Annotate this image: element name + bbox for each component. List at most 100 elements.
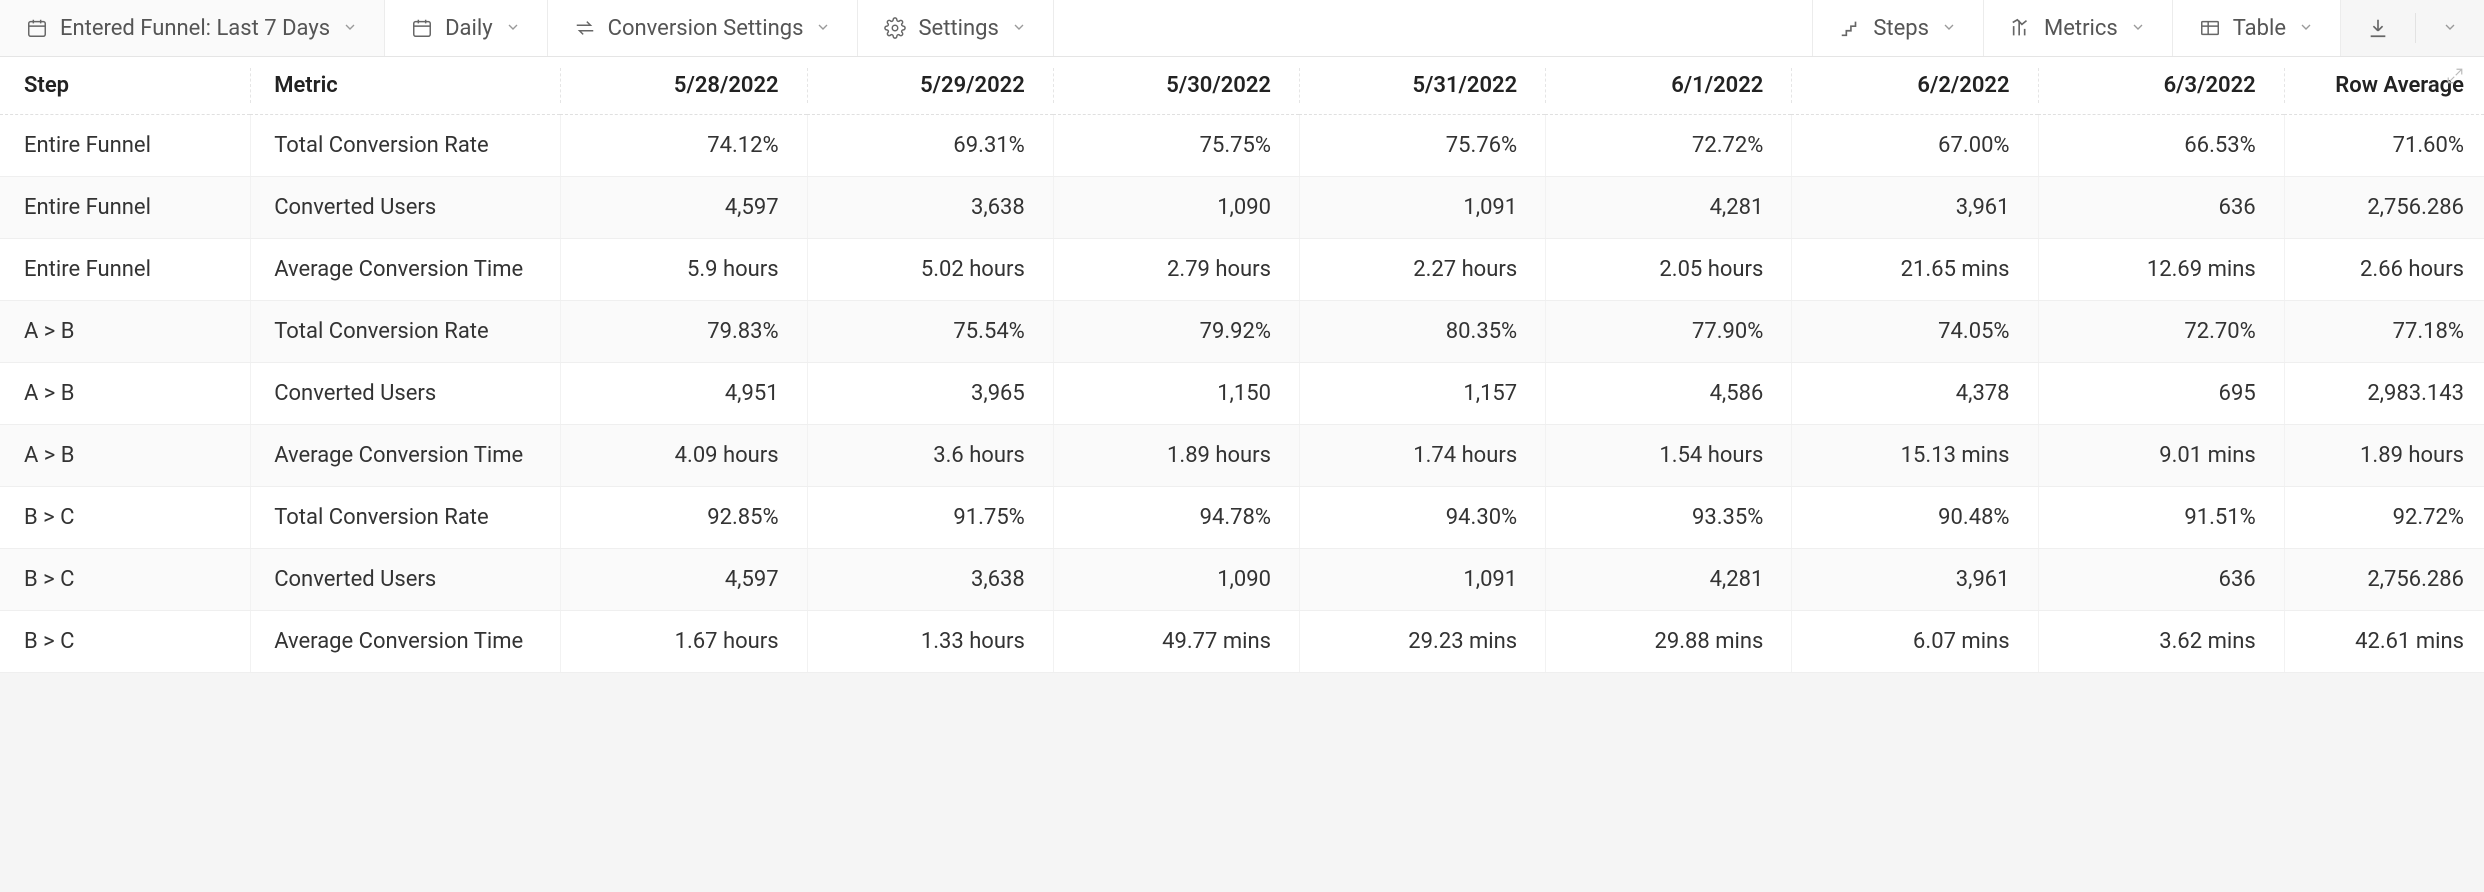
cell-value: 29.88 mins <box>1545 611 1791 673</box>
col-date[interactable]: 6/2/2022 <box>1791 57 2037 115</box>
table-row: A > BAverage Conversion Time4.09 hours3.… <box>0 425 2484 487</box>
cell-value: 74.12% <box>560 115 806 177</box>
cell-value: 3,965 <box>807 363 1053 425</box>
cell-value: 93.35% <box>1545 487 1791 549</box>
cell-value: 75.54% <box>807 301 1053 363</box>
col-row-average[interactable]: Row Average <box>2284 57 2484 115</box>
col-date[interactable]: 5/28/2022 <box>560 57 806 115</box>
cell-value: 3.6 hours <box>807 425 1053 487</box>
col-date[interactable]: 5/30/2022 <box>1053 57 1299 115</box>
cell-metric: Average Conversion Time <box>250 611 560 673</box>
cell-row-average: 2.66 hours <box>2284 239 2484 301</box>
cell-value: 3,961 <box>1791 177 2037 239</box>
expand-icon[interactable] <box>2446 67 2464 90</box>
metrics-picker[interactable]: Metrics <box>1984 0 2173 56</box>
col-metric[interactable]: Metric <box>250 57 560 115</box>
steps-label: Steps <box>1873 16 1929 41</box>
download-button[interactable] <box>2341 0 2484 56</box>
view-picker[interactable]: Table <box>2173 0 2341 56</box>
cell-step: A > B <box>0 363 250 425</box>
cell-value: 1.74 hours <box>1299 425 1545 487</box>
cell-value: 92.85% <box>560 487 806 549</box>
cell-metric: Average Conversion Time <box>250 239 560 301</box>
calendar-icon <box>411 17 433 39</box>
cell-value: 1.33 hours <box>807 611 1053 673</box>
cell-row-average: 2,756.286 <box>2284 177 2484 239</box>
table-row: B > CAverage Conversion Time1.67 hours1.… <box>0 611 2484 673</box>
col-step[interactable]: Step <box>0 57 250 115</box>
table-row: Entire FunnelTotal Conversion Rate74.12%… <box>0 115 2484 177</box>
cell-metric: Total Conversion Rate <box>250 301 560 363</box>
cell-step: A > B <box>0 425 250 487</box>
cell-value: 4,281 <box>1545 549 1791 611</box>
cell-value: 74.05% <box>1791 301 2037 363</box>
cell-value: 15.13 mins <box>1791 425 2037 487</box>
date-range-label: Entered Funnel: Last 7 Days <box>60 16 330 41</box>
table-row: B > CConverted Users4,5973,6381,0901,091… <box>0 549 2484 611</box>
cell-value: 90.48% <box>1791 487 2037 549</box>
cell-value: 4,281 <box>1545 177 1791 239</box>
steps-icon <box>1839 17 1861 39</box>
col-date[interactable]: 5/31/2022 <box>1299 57 1545 115</box>
cell-value: 3,961 <box>1791 549 2037 611</box>
col-date[interactable]: 5/29/2022 <box>807 57 1053 115</box>
granularity-picker[interactable]: Daily <box>385 0 548 56</box>
chevron-down-icon <box>1941 16 1957 41</box>
table-icon <box>2199 17 2221 39</box>
cell-value: 1.67 hours <box>560 611 806 673</box>
cell-value: 12.69 mins <box>2038 239 2284 301</box>
cell-value: 2.79 hours <box>1053 239 1299 301</box>
chevron-down-icon <box>815 16 831 41</box>
cell-value: 21.65 mins <box>1791 239 2037 301</box>
cell-value: 3,638 <box>807 549 1053 611</box>
cell-value: 79.83% <box>560 301 806 363</box>
cell-value: 72.70% <box>2038 301 2284 363</box>
cell-value: 77.90% <box>1545 301 1791 363</box>
cell-value: 94.30% <box>1299 487 1545 549</box>
cell-value: 4,597 <box>560 177 806 239</box>
cell-metric: Converted Users <box>250 177 560 239</box>
cell-value: 49.77 mins <box>1053 611 1299 673</box>
cell-row-average: 1.89 hours <box>2284 425 2484 487</box>
conversion-settings-label: Conversion Settings <box>608 16 804 41</box>
cell-value: 1.54 hours <box>1545 425 1791 487</box>
chevron-down-icon <box>2298 16 2314 41</box>
table-row: Entire FunnelAverage Conversion Time5.9 … <box>0 239 2484 301</box>
conversion-settings-button[interactable]: Conversion Settings <box>548 0 859 56</box>
date-range-picker[interactable]: Entered Funnel: Last 7 Days <box>0 0 385 56</box>
cell-metric: Total Conversion Rate <box>250 487 560 549</box>
cell-value: 1,091 <box>1299 177 1545 239</box>
download-icon <box>2367 17 2389 39</box>
chevron-down-icon <box>1011 16 1027 41</box>
cell-row-average: 2,756.286 <box>2284 549 2484 611</box>
view-label: Table <box>2233 16 2286 41</box>
col-date[interactable]: 6/3/2022 <box>2038 57 2284 115</box>
cell-value: 2.27 hours <box>1299 239 1545 301</box>
calendar-icon <box>26 17 48 39</box>
cell-value: 4,951 <box>560 363 806 425</box>
cell-value: 636 <box>2038 177 2284 239</box>
col-date[interactable]: 6/1/2022 <box>1545 57 1791 115</box>
cell-value: 29.23 mins <box>1299 611 1545 673</box>
cell-value: 1,157 <box>1299 363 1545 425</box>
funnel-table: Step Metric 5/28/2022 5/29/2022 5/30/202… <box>0 57 2484 673</box>
steps-picker[interactable]: Steps <box>1813 0 1984 56</box>
cell-row-average: 42.61 mins <box>2284 611 2484 673</box>
cell-value: 3.62 mins <box>2038 611 2284 673</box>
cell-value: 1.89 hours <box>1053 425 1299 487</box>
cell-value: 75.75% <box>1053 115 1299 177</box>
cell-metric: Converted Users <box>250 363 560 425</box>
table-row: Entire FunnelConverted Users4,5973,6381,… <box>0 177 2484 239</box>
chevron-down-icon[interactable] <box>2442 16 2458 41</box>
cell-value: 2.05 hours <box>1545 239 1791 301</box>
separator <box>2415 13 2416 43</box>
cell-value: 9.01 mins <box>2038 425 2284 487</box>
cell-value: 6.07 mins <box>1791 611 2037 673</box>
cell-value: 91.51% <box>2038 487 2284 549</box>
cell-value: 4,378 <box>1791 363 2037 425</box>
cell-value: 695 <box>2038 363 2284 425</box>
cell-value: 4,597 <box>560 549 806 611</box>
settings-button[interactable]: Settings <box>858 0 1053 56</box>
table-row: A > BTotal Conversion Rate79.83%75.54%79… <box>0 301 2484 363</box>
cell-value: 1,090 <box>1053 177 1299 239</box>
